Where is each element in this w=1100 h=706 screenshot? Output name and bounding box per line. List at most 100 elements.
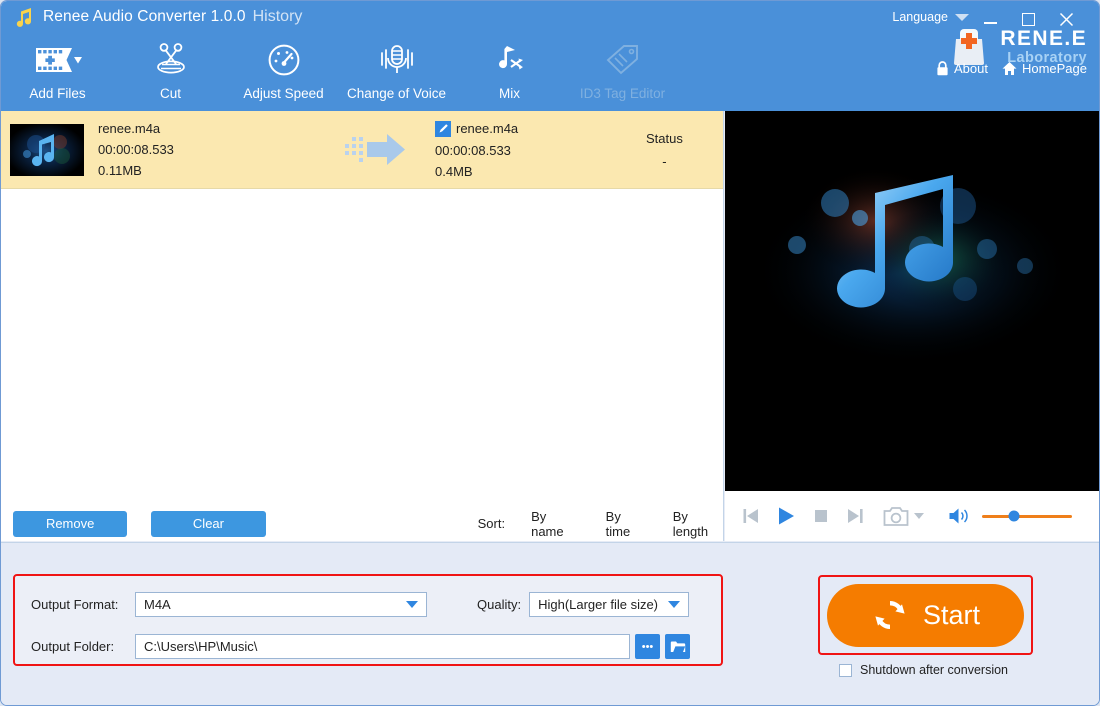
bottom-panel: Output Format: M4A Quality: High(Larger … (1, 542, 1100, 706)
tool-label: ID3 Tag Editor (580, 86, 665, 101)
play-icon (775, 505, 797, 527)
clear-button[interactable]: Clear (151, 511, 265, 537)
next-button[interactable] (845, 506, 865, 526)
shutdown-label: Shutdown after conversion (860, 663, 1008, 677)
language-selector[interactable]: Language (892, 10, 969, 24)
microphone-icon (375, 41, 419, 79)
preview-panel[interactable] (725, 111, 1100, 491)
homepage-label: HomePage (1022, 61, 1087, 76)
stop-button[interactable] (813, 508, 829, 524)
sort-label: Sort: (478, 516, 505, 531)
file-thumbnail (10, 124, 84, 176)
tool-label: Change of Voice (347, 86, 446, 101)
remove-button[interactable]: Remove (13, 511, 127, 537)
output-folder-row: Output Folder: C:\Users\HP\Music\ ••• (31, 634, 690, 659)
tag-edit-icon (604, 41, 642, 79)
previous-icon (741, 506, 761, 526)
start-button-highlight: Start (818, 575, 1033, 655)
tool-change-of-voice[interactable]: Change of Voice (340, 37, 453, 101)
open-folder-button[interactable] (665, 634, 690, 659)
maximize-icon (1022, 13, 1035, 26)
chevron-down-icon (955, 14, 969, 21)
volume-button[interactable] (948, 507, 970, 525)
add-files-icon (34, 41, 82, 79)
tool-label: Adjust Speed (243, 86, 323, 101)
source-duration: 00:00:08.533 (98, 142, 174, 157)
brand-name: RENE.E (1000, 28, 1087, 49)
previous-button[interactable] (741, 506, 761, 526)
history-label[interactable]: History (253, 8, 303, 26)
source-size: 0.11MB (98, 163, 174, 178)
convert-arrow-icon (345, 133, 409, 167)
tool-cut[interactable]: Cut (114, 37, 227, 101)
player-controls (725, 491, 1100, 541)
home-icon (1002, 61, 1017, 76)
start-label: Start (923, 600, 980, 631)
close-icon (1059, 12, 1074, 27)
tool-id3-tag-editor[interactable]: ID3 Tag Editor (566, 37, 679, 101)
sort-by-time[interactable]: By time (606, 509, 647, 539)
sort-by-length[interactable]: By length (673, 509, 724, 539)
output-size: 0.4MB (435, 164, 518, 179)
output-format-label: Output Format: (31, 597, 135, 612)
quality-value: High(Larger file size) (538, 597, 658, 612)
source-file-info: renee.m4a 00:00:08.533 0.11MB (98, 121, 174, 178)
snapshot-camera-icon (883, 506, 909, 527)
about-link[interactable]: About (936, 61, 988, 76)
pencil-icon[interactable] (435, 121, 451, 137)
lock-icon (936, 61, 949, 76)
shutdown-checkbox[interactable] (839, 664, 852, 677)
minimize-icon (984, 22, 997, 24)
source-file-name: renee.m4a (98, 121, 174, 136)
next-icon (845, 506, 865, 526)
tool-mix[interactable]: Mix (453, 37, 566, 101)
ellipsis-icon: ••• (642, 643, 654, 651)
output-format-value: M4A (144, 597, 171, 612)
shutdown-option: Shutdown after conversion (839, 663, 1008, 677)
output-file-info: renee.m4a 00:00:08.533 0.4MB (435, 121, 518, 179)
sort-controls: Sort: By name By time By length (478, 509, 724, 539)
output-duration: 00:00:08.533 (435, 143, 518, 158)
output-folder-value: C:\Users\HP\Music\ (144, 639, 257, 654)
stop-icon (813, 508, 829, 524)
quality-select[interactable]: High(Larger file size) (529, 592, 689, 617)
output-settings-box: Output Format: M4A Quality: High(Larger … (13, 574, 723, 666)
start-button[interactable]: Start (827, 584, 1024, 647)
volume-slider-handle[interactable] (1008, 511, 1019, 522)
chevron-down-icon (668, 601, 680, 608)
chevron-down-icon (914, 513, 924, 519)
music-note-icon (15, 6, 35, 28)
tool-adjust-speed[interactable]: Adjust Speed (227, 37, 340, 101)
output-file-name: renee.m4a (456, 121, 518, 136)
status-value: - (662, 154, 666, 169)
output-format-select[interactable]: M4A (135, 592, 427, 617)
tool-label: Add Files (29, 86, 85, 101)
output-folder-label: Output Folder: (31, 639, 135, 654)
toolbar: Add Files Cut (1, 37, 701, 111)
sort-by-name[interactable]: By name (531, 509, 580, 539)
tool-label: Cut (160, 86, 181, 101)
list-actions: Remove Clear Sort: By name By time By le… (1, 506, 724, 541)
header: Renee Audio Converter 1.0.0 History Lang… (1, 1, 1100, 111)
app-window: Renee Audio Converter 1.0.0 History Lang… (0, 0, 1100, 706)
scissors-icon (151, 41, 191, 79)
browse-button[interactable]: ••• (635, 634, 660, 659)
tool-add-files[interactable]: Add Files (1, 37, 114, 101)
table-row[interactable]: renee.m4a 00:00:08.533 0.11MB (1, 111, 723, 189)
mix-note-icon (491, 41, 529, 79)
speedometer-icon (266, 41, 302, 79)
header-links: About HomePage (936, 61, 1087, 76)
status-badge: Status - (646, 131, 683, 169)
language-label: Language (892, 10, 948, 24)
volume-slider[interactable] (982, 515, 1072, 518)
preview-artwork (725, 111, 1100, 491)
play-button[interactable] (775, 505, 797, 527)
about-label: About (954, 61, 988, 76)
volume-icon (948, 507, 970, 525)
homepage-link[interactable]: HomePage (1002, 61, 1087, 76)
folder-icon (670, 640, 686, 654)
output-folder-input[interactable]: C:\Users\HP\Music\ (135, 634, 630, 659)
page-title: Renee Audio Converter 1.0.0 (43, 8, 246, 26)
refresh-icon (871, 596, 909, 634)
snapshot-button[interactable] (883, 506, 924, 527)
